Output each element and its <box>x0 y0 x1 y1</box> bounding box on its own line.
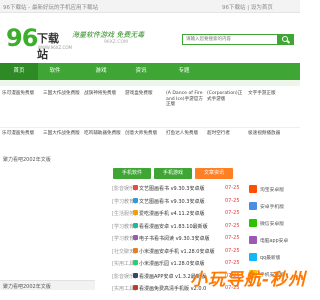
right-panel-title: 淘宝安卓版 <box>260 188 284 193</box>
app-title: 吃鸡辅助器免费版 <box>84 131 121 136</box>
download-row[interactable]: [社交聊天] 小米漫画安卓手机 v1.28.0安卓版 07-25 <box>112 247 242 259</box>
app-item[interactable]: 超时空行者 <box>205 128 245 168</box>
watermark: 小玩导航-秒州 <box>190 270 307 290</box>
search-input[interactable] <box>183 35 277 44</box>
download-name[interactable]: 看看漫画安卓 v1.83.10最新版 <box>139 223 208 230</box>
slogan-sub: 96XZ.COM <box>104 40 128 45</box>
download-row[interactable]: [生活服务] 爱吃漫画手机 v4.11.2安卓版 07-25 <box>112 210 242 221</box>
sub-bar <box>0 80 300 86</box>
app-icon <box>249 253 257 261</box>
app-title: 创意大师免费版 <box>125 131 158 136</box>
right-panel-title: 电脑app安卓 <box>260 239 289 244</box>
search-button[interactable] <box>278 34 294 45</box>
nav-item[interactable]: 软件 <box>38 63 72 80</box>
nav-item[interactable]: 专题 <box>167 63 201 80</box>
download-name[interactable]: 电子书看书阅读 v9.30.3安卓版 <box>139 235 209 242</box>
download-row[interactable]: [学习教育] 电子书看书阅读 v9.30.3安卓版 07-25 <box>112 235 242 246</box>
app-icon <box>133 260 138 265</box>
download-date: 07-25 <box>225 197 240 204</box>
app-item[interactable]: 游戏盒免费版 <box>123 88 163 128</box>
app-title: 战旗神将免费版 <box>84 91 117 96</box>
tab-1[interactable]: 手机软件 <box>113 168 151 179</box>
download-date: 07-25 <box>225 222 240 229</box>
app-icon <box>133 285 138 290</box>
download-name[interactable]: 爱吃漫画手机 v4.11.2安卓版 <box>139 210 204 217</box>
app-title: 打鱼达人免费版 <box>166 131 199 136</box>
app-title: 乐可漫画免费版 <box>2 91 35 96</box>
download-date: 07-25 <box>225 247 240 254</box>
app-title: 三国大作战免费版 <box>43 91 80 96</box>
app-icon <box>133 272 138 278</box>
app-icon <box>249 236 257 244</box>
app-item[interactable]: 战旗神将免费版 <box>82 88 122 128</box>
app-item[interactable]: 极速视频播放器 <box>246 128 286 168</box>
nav-item[interactable]: 首页 <box>0 63 38 80</box>
right-panel-title: 微信安卓版 <box>260 222 284 227</box>
app-title: 极速视频播放器 <box>248 131 281 136</box>
search-box <box>182 34 278 45</box>
left-list: 聚力看吧2002年文版 <box>0 140 95 300</box>
app-icon <box>249 219 257 227</box>
app-item[interactable]: 创意大师免费版 <box>123 128 163 168</box>
app-item[interactable]: 三国大作战免费版 <box>41 88 81 128</box>
main-nav: 首页 软件 游戏 资讯 专题 <box>0 63 300 80</box>
app-icon <box>249 185 257 193</box>
app-item[interactable]: (Corporation)正式手游版 <box>205 88 245 128</box>
app-title: (Corporation)正式手游版 <box>207 91 243 102</box>
left-list-item[interactable]: 聚力看吧2002年文版 <box>3 156 51 163</box>
left-bottom-bar: 聚力看吧2002年文版 <box>0 280 95 290</box>
app-title: 乐可漫画免费版 <box>2 131 35 136</box>
app-icon <box>249 202 257 210</box>
app-icon <box>133 185 138 190</box>
download-date: 07-25 <box>225 210 240 216</box>
site-logo[interactable]: 96 下载站 WWW.96XZ.COM <box>6 20 72 61</box>
app-icon <box>133 197 138 203</box>
right-panel-title: 安卓手机版 <box>260 205 284 210</box>
slogan: 海量软件游戏 免费无毒 <box>72 31 145 39</box>
download-date: 07-25 <box>225 185 240 191</box>
download-row[interactable]: [学习教育] 文艺图画看书 v9.30.3安卓版 07-25 <box>112 197 242 209</box>
app-icon <box>133 235 138 240</box>
download-row[interactable]: [影音娱乐] 文艺图画看书 v9.30.3安卓版 07-25 <box>112 185 242 196</box>
top-bar-left-text: 96下载站 - 最新好玩的手机应用下载站 <box>3 5 98 11</box>
app-title: 游戏盒免费版 <box>125 91 153 96</box>
app-title: 三国大作战免费版 <box>43 131 80 136</box>
logo-number: 96 <box>6 24 38 52</box>
download-date: 07-25 <box>225 235 240 241</box>
app-item[interactable]: 乐可漫画免费版 <box>0 88 40 128</box>
top-bar-right-links[interactable]: 96下载站 | 设为首页 <box>222 3 273 11</box>
app-title: (A Dance of Fire and Ice)手游官方正版 <box>166 91 203 107</box>
download-name[interactable]: 文艺图画看书 v9.30.3安卓版 <box>139 198 204 205</box>
logo-url: WWW.96XZ.COM <box>38 45 72 50</box>
app-item[interactable]: 文字手游正版 <box>246 88 286 128</box>
right-panel-title: qq最新版 <box>260 256 281 261</box>
app-title: 超时空行者 <box>207 131 230 136</box>
left-bar-label[interactable]: 聚力看吧2002年文版 <box>3 283 51 290</box>
app-title: 文字手游正版 <box>248 91 276 96</box>
app-item[interactable]: 打鱼达人免费版 <box>164 128 204 168</box>
app-row-1: 乐可漫画免费版 三国大作战免费版 战旗神将免费版 游戏盒免费版 (A Dance of … <box>0 88 300 130</box>
download-name[interactable]: 小米漫画安卓手机 v1.28.0安卓版 <box>139 248 214 255</box>
tab-2[interactable]: 手机游戏 <box>154 168 192 179</box>
app-icon <box>133 210 138 215</box>
app-icon <box>133 247 138 253</box>
download-name[interactable]: 文艺图画看书 v9.30.3安卓版 <box>139 185 204 192</box>
top-bar: 96下载站 - 最新好玩的手机应用下载站 96下载站 | 设为首页 <box>0 0 300 13</box>
nav-item[interactable]: 游戏 <box>84 63 118 80</box>
app-item[interactable]: (A Dance of Fire and Ice)手游官方正版 <box>164 88 204 128</box>
tab-3[interactable]: 文章资讯 <box>195 168 233 179</box>
download-row[interactable]: [学习教育] 看看漫画安卓 v1.83.10最新版 07-25 <box>112 222 242 234</box>
nav-item[interactable]: 资讯 <box>124 63 158 80</box>
app-icon <box>133 222 138 228</box>
